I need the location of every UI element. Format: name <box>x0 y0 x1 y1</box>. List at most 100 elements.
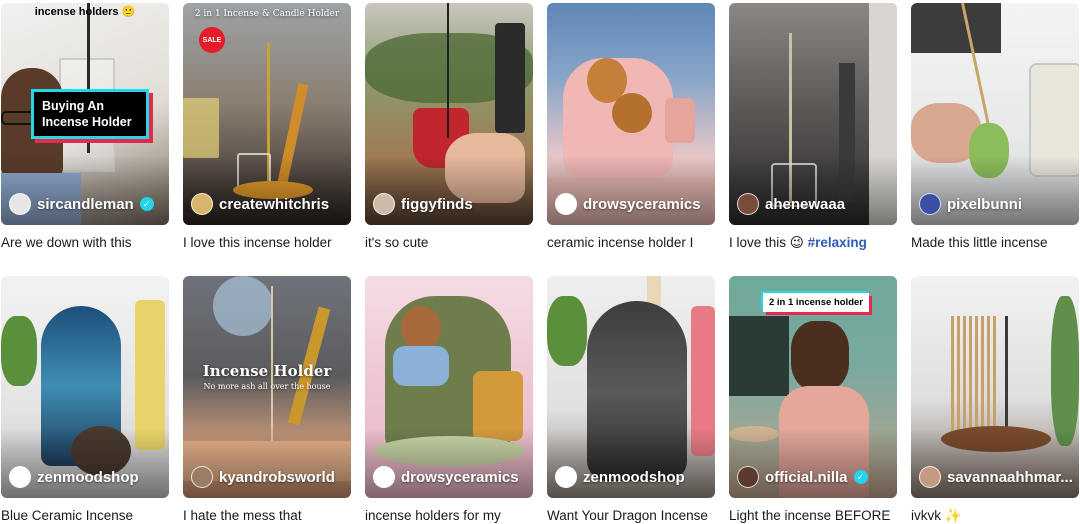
video-caption[interactable]: Made this little incense <box>911 235 1079 251</box>
video-caption[interactable]: Are we down with this <box>1 235 169 251</box>
author[interactable]: zenmoodshop <box>555 466 685 488</box>
video-card[interactable]: drowsyceramics ceramic incense holder I <box>547 3 715 251</box>
avatar[interactable] <box>737 193 759 215</box>
video-caption[interactable]: it's so cute <box>365 235 533 251</box>
avatar[interactable] <box>9 466 31 488</box>
avatar[interactable] <box>191 193 213 215</box>
video-card[interactable]: pixelbunni Made this little incense <box>911 3 1079 251</box>
avatar[interactable] <box>373 466 395 488</box>
username[interactable]: zenmoodshop <box>37 469 139 486</box>
video-thumbnail[interactable]: drowsyceramics <box>547 3 715 225</box>
video-thumbnail[interactable]: figgyfinds <box>365 3 533 225</box>
author[interactable]: ahenewaaa <box>737 193 845 215</box>
author[interactable]: createwhitchris <box>191 193 329 215</box>
overlay-subtitle: No more ash all over the house <box>203 382 331 391</box>
video-caption[interactable]: I love this 😉 #relaxing <box>729 235 897 251</box>
video-thumbnail[interactable]: 2 in 1 Incense & Candle Holder SALE crea… <box>183 3 351 225</box>
author[interactable]: drowsyceramics <box>373 466 519 488</box>
overlay-text-faint <box>767 108 862 118</box>
author[interactable]: zenmoodshop <box>9 466 139 488</box>
username[interactable]: ahenewaaa <box>765 196 845 213</box>
video-thumbnail[interactable]: zenmoodshop <box>547 276 715 498</box>
teddy-bear-head <box>401 306 441 350</box>
username[interactable]: createwhitchris <box>219 196 329 213</box>
author[interactable]: sircandleman ✓ <box>9 193 154 215</box>
verified-icon: ✓ <box>139 197 154 211</box>
avatar[interactable] <box>555 193 577 215</box>
video-thumbnail[interactable]: Incense Holder No more ash all over the … <box>183 276 351 498</box>
window-dark <box>911 3 1001 53</box>
sale-badge: SALE <box>199 27 225 53</box>
video-thumbnail[interactable]: savannaahhmar... <box>911 276 1079 498</box>
video-thumbnail[interactable]: 2 in 1 incense holder official.nilla ✓ <box>729 276 897 498</box>
avatar[interactable] <box>191 466 213 488</box>
avatar[interactable] <box>919 193 941 215</box>
video-card[interactable]: incense holders 🙂 Buying An Incense Hold… <box>1 3 169 251</box>
video-card[interactable]: figgyfinds it's so cute <box>365 3 533 251</box>
overlay-label: 2 in 1 incense holder <box>763 293 869 312</box>
stand-rod <box>1005 316 1008 436</box>
author[interactable]: figgyfinds <box>373 193 473 215</box>
avatar[interactable] <box>919 466 941 488</box>
author[interactable]: savannaahhmar... <box>919 466 1073 488</box>
avatar[interactable] <box>9 193 31 215</box>
video-caption[interactable]: incense holders for my <box>365 508 533 524</box>
username[interactable]: savannaahhmar... <box>947 469 1073 486</box>
author[interactable]: pixelbunni <box>919 193 1022 215</box>
smoke <box>213 276 273 336</box>
plant <box>547 296 587 366</box>
overlay-title-box: Buying An Incense Holder <box>31 89 149 139</box>
username[interactable]: sircandleman <box>37 196 134 213</box>
video-thumbnail[interactable]: ahenewaaa <box>729 3 897 225</box>
video-thumbnail[interactable]: pixelbunni <box>911 3 1079 225</box>
video-card[interactable]: savannaahhmar... ivkvk ✨ <box>911 276 1079 524</box>
video-caption[interactable]: I love this incense holder <box>183 235 351 251</box>
video-caption[interactable]: Blue Ceramic Incense <box>1 508 169 524</box>
dark-vase <box>495 23 525 133</box>
author[interactable]: official.nilla ✓ <box>737 466 868 488</box>
candle-sign <box>183 98 219 158</box>
video-thumbnail[interactable]: zenmoodshop <box>1 276 169 498</box>
avatar[interactable] <box>373 193 395 215</box>
video-card[interactable]: 2 in 1 Incense & Candle Holder SALE crea… <box>183 3 351 251</box>
video-card[interactable]: 2 in 1 incense holder official.nilla ✓ L… <box>729 276 897 524</box>
video-caption[interactable]: I hate the mess that <box>183 508 351 524</box>
person-head <box>791 321 849 391</box>
video-caption[interactable]: Light the incense BEFORE <box>729 508 897 524</box>
overlay-caption: incense holders 🙂 <box>34 6 136 18</box>
video-card[interactable]: drowsyceramics incense holders for my <box>365 276 533 524</box>
incense-stick <box>447 3 449 138</box>
video-thumbnail[interactable]: drowsyceramics <box>365 276 533 498</box>
author[interactable]: kyandrobsworld <box>191 466 335 488</box>
username[interactable]: official.nilla <box>765 469 848 486</box>
video-card[interactable]: ahenewaaa I love this 😉 #relaxing <box>729 3 897 251</box>
author[interactable]: drowsyceramics <box>555 193 701 215</box>
overlay-title: Incense Holder <box>202 362 332 380</box>
video-thumbnail[interactable]: incense holders 🙂 Buying An Incense Hold… <box>1 3 169 225</box>
overlay-title: 2 in 1 Incense & Candle Holder <box>194 9 340 19</box>
username[interactable]: zenmoodshop <box>583 469 685 486</box>
caption-text: I love this 😉 <box>729 235 804 250</box>
username[interactable]: kyandrobsworld <box>219 469 335 486</box>
video-caption[interactable]: ceramic incense holder I <box>547 235 715 251</box>
avatar[interactable] <box>737 466 759 488</box>
hashtag-link[interactable]: #relaxing <box>808 235 867 250</box>
video-card[interactable]: zenmoodshop Blue Ceramic Incense <box>1 276 169 524</box>
video-card[interactable]: zenmoodshop Want Your Dragon Incense <box>547 276 715 524</box>
video-grid: incense holders 🙂 Buying An Incense Hold… <box>0 0 1080 523</box>
video-caption[interactable]: ivkvk ✨ <box>911 508 1079 524</box>
username[interactable]: drowsyceramics <box>583 196 701 213</box>
lamp-shade <box>729 316 789 396</box>
avatar[interactable] <box>555 466 577 488</box>
username[interactable]: pixelbunni <box>947 196 1022 213</box>
verified-icon: ✓ <box>853 470 868 484</box>
video-caption[interactable]: Want Your Dragon Incense <box>547 508 715 524</box>
incense-bundle <box>951 316 997 436</box>
ceramic-jar <box>665 98 695 143</box>
username[interactable]: drowsyceramics <box>401 469 519 486</box>
teddy-shirt <box>393 346 449 386</box>
video-card[interactable]: Incense Holder No more ash all over the … <box>183 276 351 524</box>
username[interactable]: figgyfinds <box>401 196 473 213</box>
plant <box>1 316 37 386</box>
plant <box>1051 296 1079 446</box>
